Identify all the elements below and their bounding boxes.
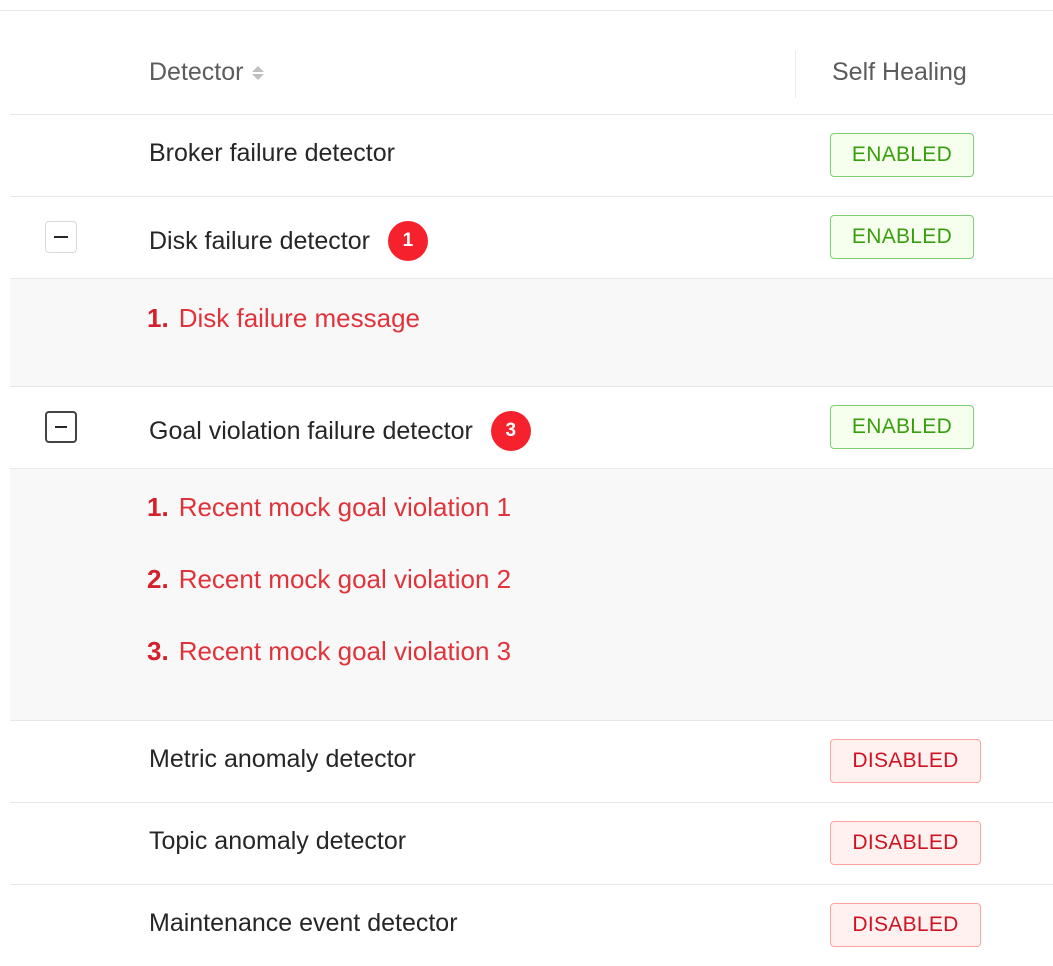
detector-name-label: Goal violation failure detector	[149, 416, 473, 445]
sort-ascending-icon	[252, 65, 265, 72]
detector-name: Topic anomaly detector	[149, 827, 406, 856]
anomaly-count-badge: 3	[490, 411, 531, 451]
status-badge: DISABLED	[830, 903, 981, 947]
detector-name-label: Disk failure detector	[149, 226, 370, 255]
collapse-row-button[interactable]	[45, 221, 77, 253]
table-row: Metric anomaly detector DISABLED	[10, 721, 1053, 803]
message-text: Recent mock goal violation 2	[178, 564, 512, 594]
message-number: 1.	[147, 492, 169, 522]
detector-name-label: Topic anomaly detector	[149, 827, 407, 855]
detector-name: Broker failure detector	[149, 139, 395, 168]
status-badge: DISABLED	[830, 821, 981, 865]
detector-name: Goal violation failure detector 3	[149, 411, 531, 451]
table-row: Disk failure detector 1 ENABLED	[10, 197, 1053, 279]
anomaly-message: 1. Disk failure message	[147, 303, 420, 334]
detector-name-label: Broker failure detector	[149, 139, 395, 167]
status-badge: ENABLED	[830, 215, 974, 259]
message-number: 1.	[147, 303, 169, 333]
detector-name: Disk failure detector 1	[149, 221, 428, 261]
message-text: Recent mock goal violation 3	[178, 636, 512, 666]
detector-table: Detector Self Healing Broker failure det…	[10, 34, 1053, 966]
anomaly-count-badge: 1	[387, 221, 428, 261]
expanded-row-details: 1. Disk failure message	[10, 279, 1053, 387]
column-header-self-healing: Self Healing	[832, 58, 967, 86]
message-number: 2.	[147, 564, 169, 594]
detector-name: Metric anomaly detector	[149, 745, 416, 774]
status-badge: ENABLED	[830, 133, 974, 177]
anomaly-message: 3. Recent mock goal violation 3	[147, 636, 511, 667]
sort-icon[interactable]	[252, 65, 265, 80]
status-badge: DISABLED	[830, 739, 981, 783]
table-row: Topic anomaly detector DISABLED	[10, 803, 1053, 885]
detector-name-label: Metric anomaly detector	[149, 745, 416, 773]
anomaly-message: 1. Recent mock goal violation 1	[147, 492, 511, 523]
status-badge: ENABLED	[830, 405, 974, 449]
detector-name: Maintenance event detector	[149, 909, 458, 938]
column-header-detector-label: Detector	[149, 58, 244, 86]
detector-name-label: Maintenance event detector	[149, 909, 458, 937]
message-text: Disk failure message	[178, 303, 420, 333]
top-divider	[0, 10, 1053, 11]
table-header: Detector Self Healing	[10, 34, 1053, 115]
collapse-row-button[interactable]	[45, 411, 77, 443]
message-text: Recent mock goal violation 1	[178, 492, 512, 522]
expanded-row-details: 1. Recent mock goal violation 1 2. Recent …	[10, 469, 1053, 721]
message-number: 3.	[147, 636, 169, 666]
column-divider	[795, 50, 796, 98]
table-row: Broker failure detector ENABLED	[10, 115, 1053, 197]
column-header-detector[interactable]: Detector	[149, 58, 265, 87]
table-row: Goal violation failure detector 3 ENABLE…	[10, 387, 1053, 469]
table-row: Maintenance event detector DISABLED	[10, 885, 1053, 966]
anomaly-message: 2. Recent mock goal violation 2	[147, 564, 511, 595]
sort-descending-icon	[252, 73, 265, 80]
